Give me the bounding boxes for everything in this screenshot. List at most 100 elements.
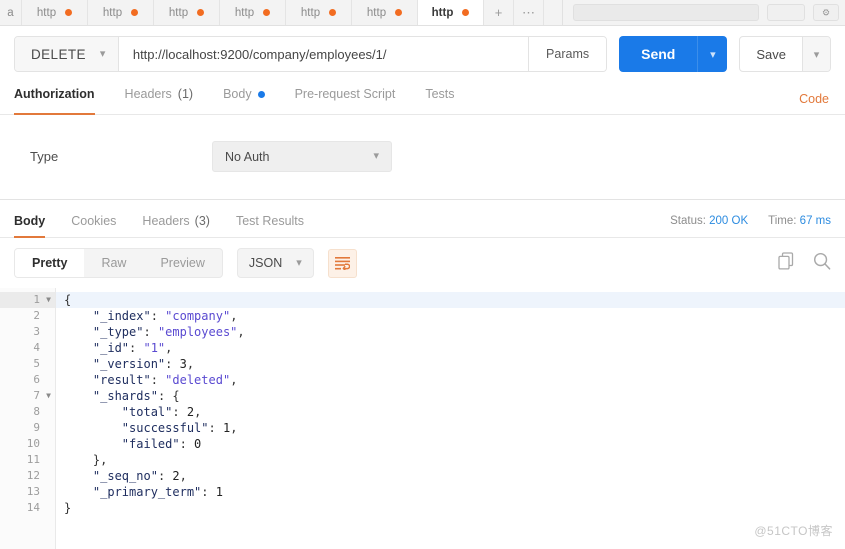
- code-line: "_seq_no": 2,: [56, 468, 845, 484]
- send-button[interactable]: Send: [619, 36, 697, 72]
- chevron-down-icon: ▾: [100, 49, 106, 60]
- line-number: 12: [0, 468, 55, 484]
- response-tab-test-results[interactable]: Test Results: [236, 214, 304, 237]
- save-options-chevron-icon[interactable]: ▾: [802, 37, 830, 71]
- new-tab-button[interactable]: +: [484, 0, 514, 25]
- code-fold-toggle-icon[interactable]: ▼: [46, 292, 51, 308]
- code-line: "_primary_term": 1: [56, 484, 845, 500]
- unsaved-changes-dot-icon: [329, 9, 336, 16]
- request-tab-pre-request-script[interactable]: Pre-request Script: [295, 82, 412, 114]
- word-wrap-toggle[interactable]: [328, 249, 357, 278]
- json-code-content[interactable]: { "_index": "company", "_type": "employe…: [56, 288, 845, 549]
- request-tab[interactable]: a: [0, 0, 22, 25]
- request-input-group: DELETE ▾ http://localhost:9200/company/e…: [14, 36, 607, 72]
- line-number-value: 14: [27, 501, 40, 514]
- request-tab[interactable]: http: [352, 0, 418, 25]
- line-number-value: 13: [27, 485, 40, 498]
- code-line: "_index": "company",: [56, 308, 845, 324]
- http-method-selector[interactable]: DELETE ▾: [15, 37, 119, 71]
- response-actions: [778, 252, 831, 275]
- line-number: 13: [0, 484, 55, 500]
- request-section-tabs: Authorization Headers(1) Body Pre-request S…: [0, 82, 845, 115]
- request-tab-label: http: [169, 7, 188, 19]
- line-number: 1▼: [0, 292, 55, 308]
- view-mode-pretty[interactable]: Pretty: [15, 249, 84, 277]
- chevron-down-icon: ▾: [373, 151, 379, 162]
- tab-label: Test Results: [236, 214, 304, 228]
- code-line: {: [56, 292, 845, 308]
- save-button-group: Save ▾: [739, 36, 831, 72]
- view-mode-segmented-control: PrettyRawPreview: [14, 248, 223, 278]
- request-tab-headers[interactable]: Headers(1): [125, 82, 210, 114]
- time-badge: Time: 67 ms: [768, 215, 831, 227]
- request-tab[interactable]: http: [418, 0, 484, 25]
- tab-label: Authorization: [14, 87, 95, 101]
- url-bar: DELETE ▾ http://localhost:9200/company/e…: [0, 26, 845, 82]
- tab-options-button[interactable]: ⋯: [514, 0, 544, 25]
- auth-type-select[interactable]: No Auth ▾: [212, 141, 392, 172]
- copy-icon[interactable]: [778, 252, 795, 275]
- url-input[interactable]: http://localhost:9200/company/employees/…: [119, 37, 528, 71]
- request-tab-body[interactable]: Body: [223, 82, 281, 114]
- chevron-down-icon: ▾: [296, 258, 302, 269]
- line-number-gutter: 1▼234567▼891011121314: [0, 288, 56, 549]
- request-tab[interactable]: http: [220, 0, 286, 25]
- status-badge: Status: 200 OK: [670, 215, 748, 227]
- line-number: 14: [0, 500, 55, 516]
- request-tab-tests[interactable]: Tests: [425, 82, 470, 114]
- params-button[interactable]: Params: [528, 37, 606, 71]
- response-tab-cookies[interactable]: Cookies: [71, 214, 116, 237]
- view-mode-preview[interactable]: Preview: [143, 249, 221, 277]
- request-tab-authorization[interactable]: Authorization: [14, 82, 111, 114]
- tab-label: Headers: [142, 214, 189, 228]
- http-method-label: DELETE: [31, 47, 86, 62]
- toolbar-button[interactable]: [767, 4, 805, 21]
- code-fold-toggle-icon[interactable]: ▼: [46, 388, 51, 404]
- authorization-panel: Type No Auth ▾: [0, 115, 845, 200]
- line-number-value: 9: [33, 421, 40, 434]
- code-line: "failed": 0: [56, 436, 845, 452]
- request-tab[interactable]: http: [154, 0, 220, 25]
- request-tab-label: http: [367, 7, 386, 19]
- request-tab-label: http: [235, 7, 254, 19]
- line-number: 7▼: [0, 388, 55, 404]
- code-line: "_id": "1",: [56, 340, 845, 356]
- view-mode-raw[interactable]: Raw: [84, 249, 143, 277]
- response-tab-body[interactable]: Body: [14, 214, 45, 237]
- global-search-input[interactable]: [573, 4, 759, 21]
- request-tab[interactable]: http: [88, 0, 154, 25]
- tab-count: (3): [195, 214, 210, 228]
- postman-window: ahttphttphttphttphttphttphttp + ⋯ DELETE…: [0, 0, 845, 549]
- code-line: "_version": 3,: [56, 356, 845, 372]
- search-icon[interactable]: [813, 252, 831, 275]
- settings-gear-icon[interactable]: [813, 4, 839, 21]
- request-tab[interactable]: http: [286, 0, 352, 25]
- code-link[interactable]: Code: [799, 92, 831, 106]
- response-format-select[interactable]: JSON ▾: [237, 248, 314, 278]
- response-tab-headers[interactable]: Headers (3): [142, 214, 210, 237]
- auth-type-row: Type No Auth ▾: [0, 115, 845, 172]
- tab-label: Body: [223, 87, 252, 101]
- request-tab-label: http: [432, 7, 454, 19]
- code-line: },: [56, 452, 845, 468]
- workspace-toolbar: [562, 0, 845, 25]
- auth-type-value: No Auth: [225, 150, 269, 164]
- line-number-value: 1: [33, 293, 40, 306]
- request-tab[interactable]: http: [22, 0, 88, 25]
- tab-label: Pre-request Script: [295, 87, 396, 101]
- line-number-value: 3: [33, 325, 40, 338]
- unsaved-changes-dot-icon: [395, 9, 402, 16]
- line-number: 10: [0, 436, 55, 452]
- tab-label: Body: [14, 214, 45, 228]
- unsaved-changes-dot-icon: [263, 9, 270, 16]
- line-number-value: 11: [27, 453, 40, 466]
- status-label: Status:: [670, 215, 706, 227]
- save-button[interactable]: Save: [740, 37, 802, 71]
- word-wrap-icon: [335, 257, 350, 270]
- time-value: 67 ms: [800, 215, 831, 227]
- line-number: 9: [0, 420, 55, 436]
- response-body-viewer[interactable]: 1▼234567▼891011121314 { "_index": "compa…: [0, 288, 845, 549]
- request-tab-label: http: [301, 7, 320, 19]
- send-options-chevron-icon[interactable]: ▾: [697, 36, 727, 72]
- line-number-value: 2: [33, 309, 40, 322]
